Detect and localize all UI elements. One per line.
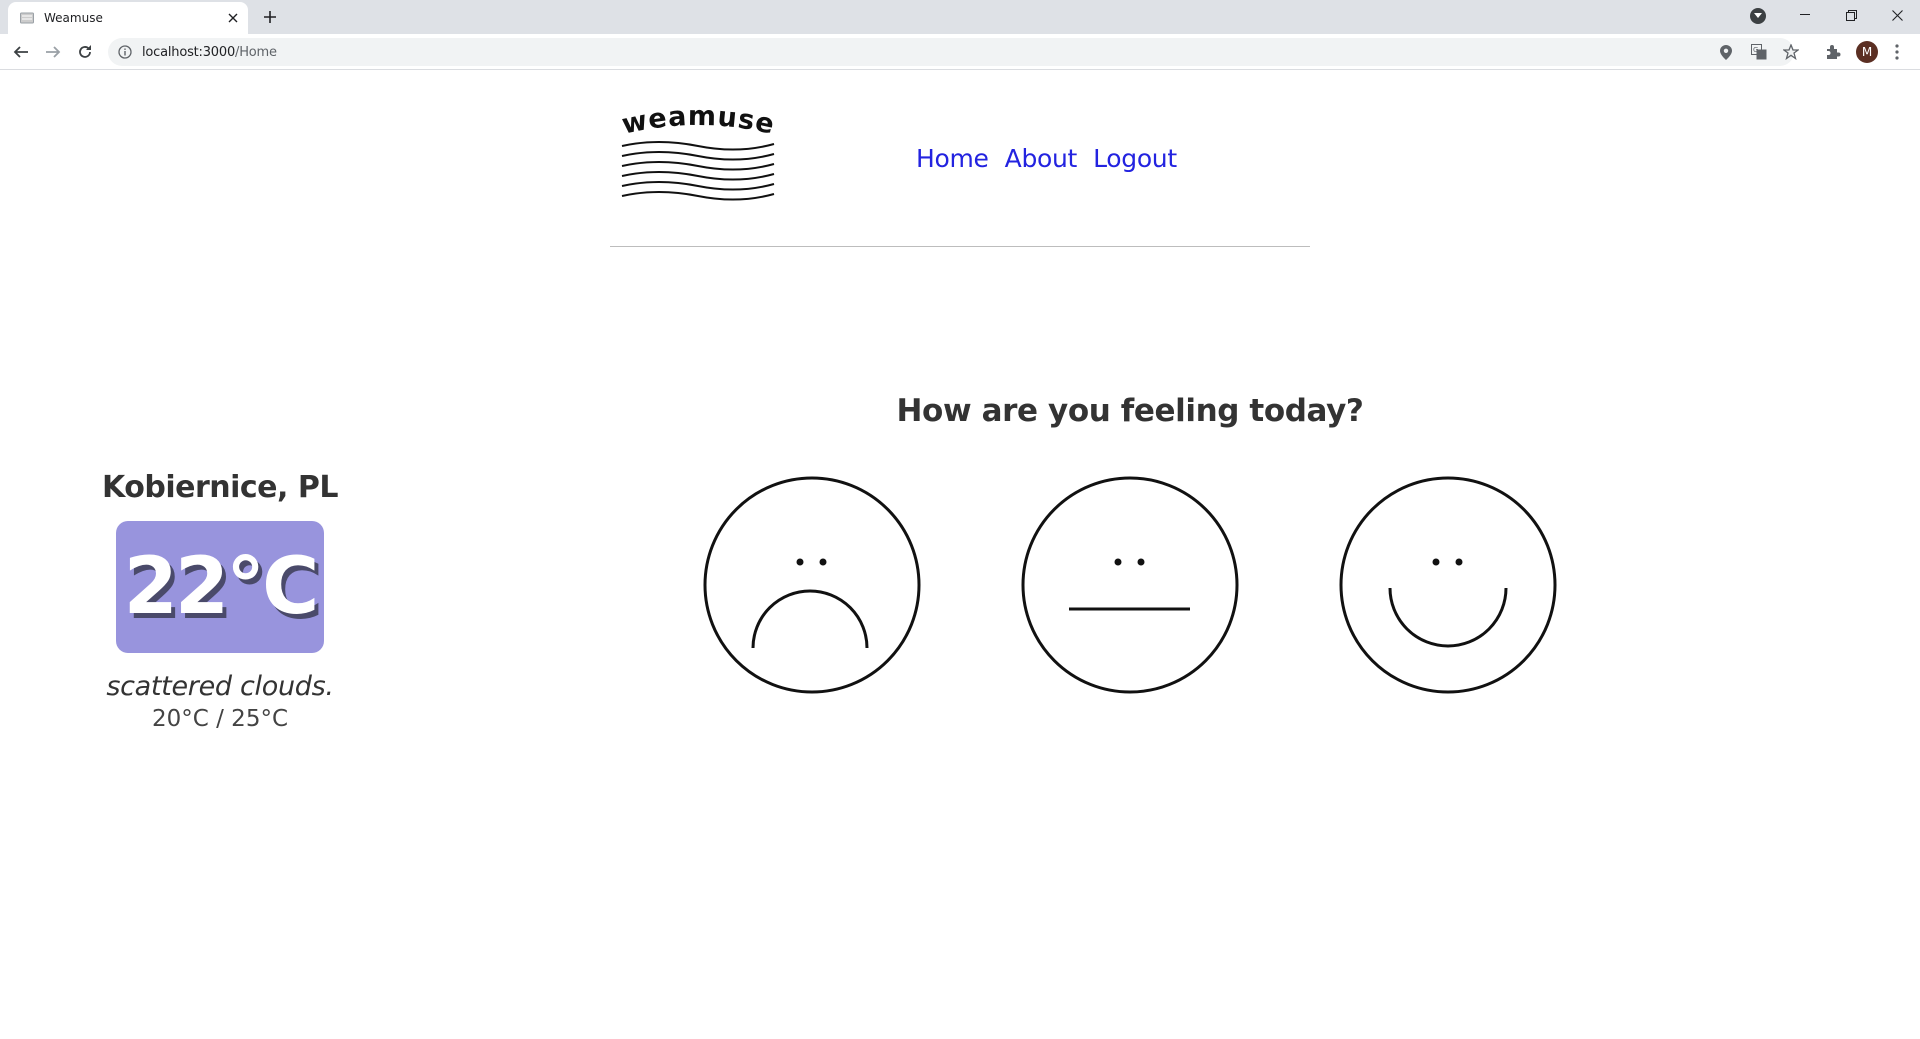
browser-toolbar: localhost:3000/Home G: [0, 34, 1920, 70]
profile-avatar[interactable]: M: [1856, 41, 1878, 63]
weather-city: Kobiernice, PL: [102, 470, 338, 505]
weather-widget: Kobiernice, PL 22°C scattered clouds. 20…: [96, 470, 344, 732]
translate-icon[interactable]: G: [1751, 44, 1767, 60]
minimize-icon[interactable]: [1782, 0, 1828, 30]
browser-tab-strip: Weamuse: [0, 0, 1920, 34]
temperature-range: 20°C / 25°C: [151, 706, 289, 732]
info-icon[interactable]: [118, 45, 132, 59]
page-icon: [20, 12, 34, 24]
svg-text:G: G: [1753, 46, 1758, 54]
logo-text: weamuse: [619, 101, 777, 141]
header-divider: [610, 246, 1310, 247]
mood-question: How are you feeling today?: [896, 393, 1364, 429]
restore-icon[interactable]: [1828, 0, 1874, 30]
temperature-value: 22°C: [123, 542, 320, 632]
logo-graphic: weamuse: [619, 101, 778, 201]
neutral-face-icon[interactable]: [1020, 475, 1240, 695]
happy-face-icon[interactable]: [1338, 475, 1558, 695]
browser-tab[interactable]: Weamuse: [8, 2, 248, 34]
nav-link-home[interactable]: Home: [916, 144, 989, 173]
nav-link-about[interactable]: About: [1005, 144, 1078, 173]
svg-text:weamuse: weamuse: [619, 108, 778, 141]
reload-icon[interactable]: [74, 41, 96, 63]
site-navigation: Home About Logout: [916, 144, 1177, 173]
url-host: localhost:3000: [142, 45, 236, 60]
sad-face-icon[interactable]: [702, 475, 922, 695]
new-tab-icon[interactable]: [259, 6, 281, 28]
back-icon[interactable]: [10, 41, 32, 63]
temperature-box: 22°C: [116, 521, 324, 653]
close-tab-icon[interactable]: [224, 9, 242, 27]
weather-description: scattered clouds.: [106, 671, 334, 702]
extensions-icon[interactable]: [1824, 43, 1842, 61]
url-text: localhost:3000/Home: [142, 45, 277, 60]
tab-search-icon[interactable]: [1750, 8, 1766, 24]
nav-link-logout[interactable]: Logout: [1093, 144, 1177, 173]
url-path: /Home: [235, 45, 277, 60]
star-icon[interactable]: [1783, 44, 1799, 60]
more-icon[interactable]: [1888, 43, 1906, 61]
address-bar[interactable]: localhost:3000/Home G: [108, 38, 1799, 66]
site-logo[interactable]: weamuse: [618, 101, 778, 204]
location-icon[interactable]: [1718, 44, 1734, 60]
close-window-icon[interactable]: [1874, 0, 1920, 30]
forward-icon[interactable]: [42, 41, 64, 63]
tab-title: Weamuse: [44, 11, 103, 25]
